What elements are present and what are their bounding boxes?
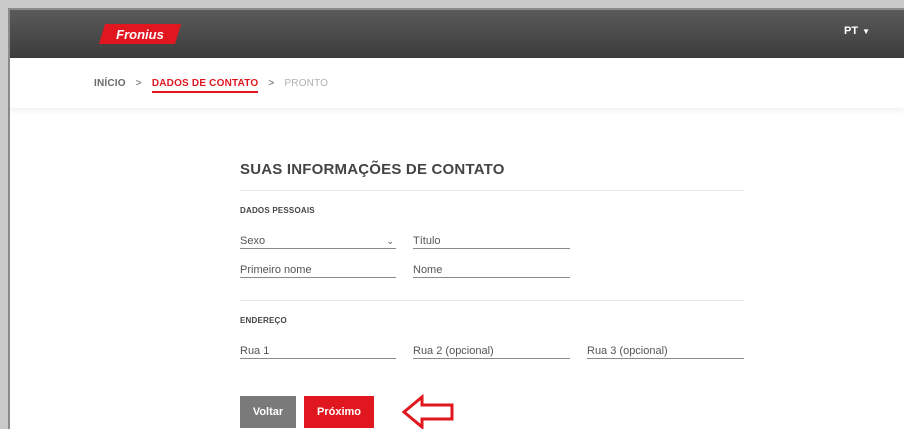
page: Fronius PT ▼ INÍCIO > DADOS DE CONTATO >… (8, 8, 904, 429)
back-button[interactable]: Voltar (240, 396, 296, 428)
rua3-field[interactable]: Rua 3 (opcional) (587, 343, 744, 359)
primeiro-nome-field[interactable]: Primeiro nome (240, 262, 396, 278)
caret-down-icon: ▼ (862, 26, 870, 36)
next-button[interactable]: Próximo (304, 396, 374, 428)
rua2-placeholder: Rua 2 (opcional) (413, 345, 494, 357)
primeiro-nome-placeholder: Primeiro nome (240, 264, 312, 276)
divider (240, 190, 744, 191)
rua3-placeholder: Rua 3 (opcional) (587, 345, 668, 357)
form-title: SUAS INFORMAÇÕES DE CONTATO (240, 161, 505, 178)
breadcrumb-inicio[interactable]: INÍCIO (94, 78, 126, 89)
left-arrow-icon (400, 393, 460, 429)
rua2-field[interactable]: Rua 2 (opcional) (413, 343, 570, 359)
language-selector[interactable]: PT ▼ (844, 25, 870, 37)
top-bar: Fronius PT ▼ (10, 10, 904, 58)
sexo-select[interactable]: Sexo ⌄ (240, 233, 396, 249)
logo-text: Fronius (116, 27, 164, 42)
fronius-logo[interactable]: Fronius (97, 23, 183, 45)
divider (240, 300, 744, 301)
breadcrumb-dados-de-contato[interactable]: DADOS DE CONTATO (151, 78, 259, 93)
titulo-placeholder: Título (413, 235, 441, 247)
breadcrumb-separator: > (268, 77, 275, 89)
personal-data-heading: DADOS PESSOAIS (240, 206, 315, 215)
rua1-field[interactable]: Rua 1 (240, 343, 396, 359)
address-heading: ENDEREÇO (240, 316, 287, 325)
breadcrumb-separator: > (135, 77, 142, 89)
breadcrumb: INÍCIO > DADOS DE CONTATO > PRONTO (10, 58, 904, 108)
nome-placeholder: Nome (413, 264, 443, 276)
titulo-field[interactable]: Título (413, 233, 570, 249)
language-label: PT (844, 25, 859, 37)
sexo-label: Sexo (240, 235, 266, 247)
rua1-placeholder: Rua 1 (240, 345, 270, 357)
chevron-down-icon: ⌄ (386, 236, 394, 246)
breadcrumb-pronto: PRONTO (284, 77, 329, 89)
nome-field[interactable]: Nome (413, 262, 570, 278)
